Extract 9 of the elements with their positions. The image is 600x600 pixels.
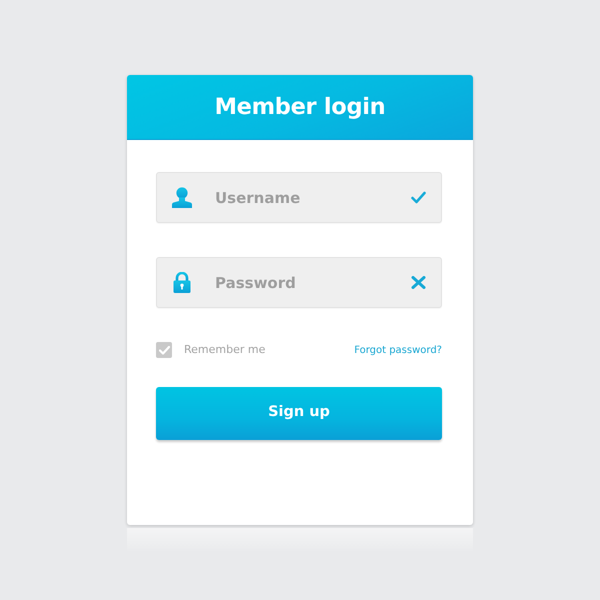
forgot-password-link[interactable]: Forgot password? xyxy=(354,342,442,358)
lock-icon xyxy=(172,272,192,293)
remember-label: Remember me xyxy=(184,342,266,358)
remember-checkbox[interactable] xyxy=(156,342,172,358)
user-icon xyxy=(172,187,192,208)
sign-up-button[interactable]: Sign up xyxy=(156,386,442,440)
password-field[interactable]: Password xyxy=(156,257,442,308)
username-field[interactable]: Username xyxy=(156,172,442,223)
card-title: Member login xyxy=(214,94,386,120)
